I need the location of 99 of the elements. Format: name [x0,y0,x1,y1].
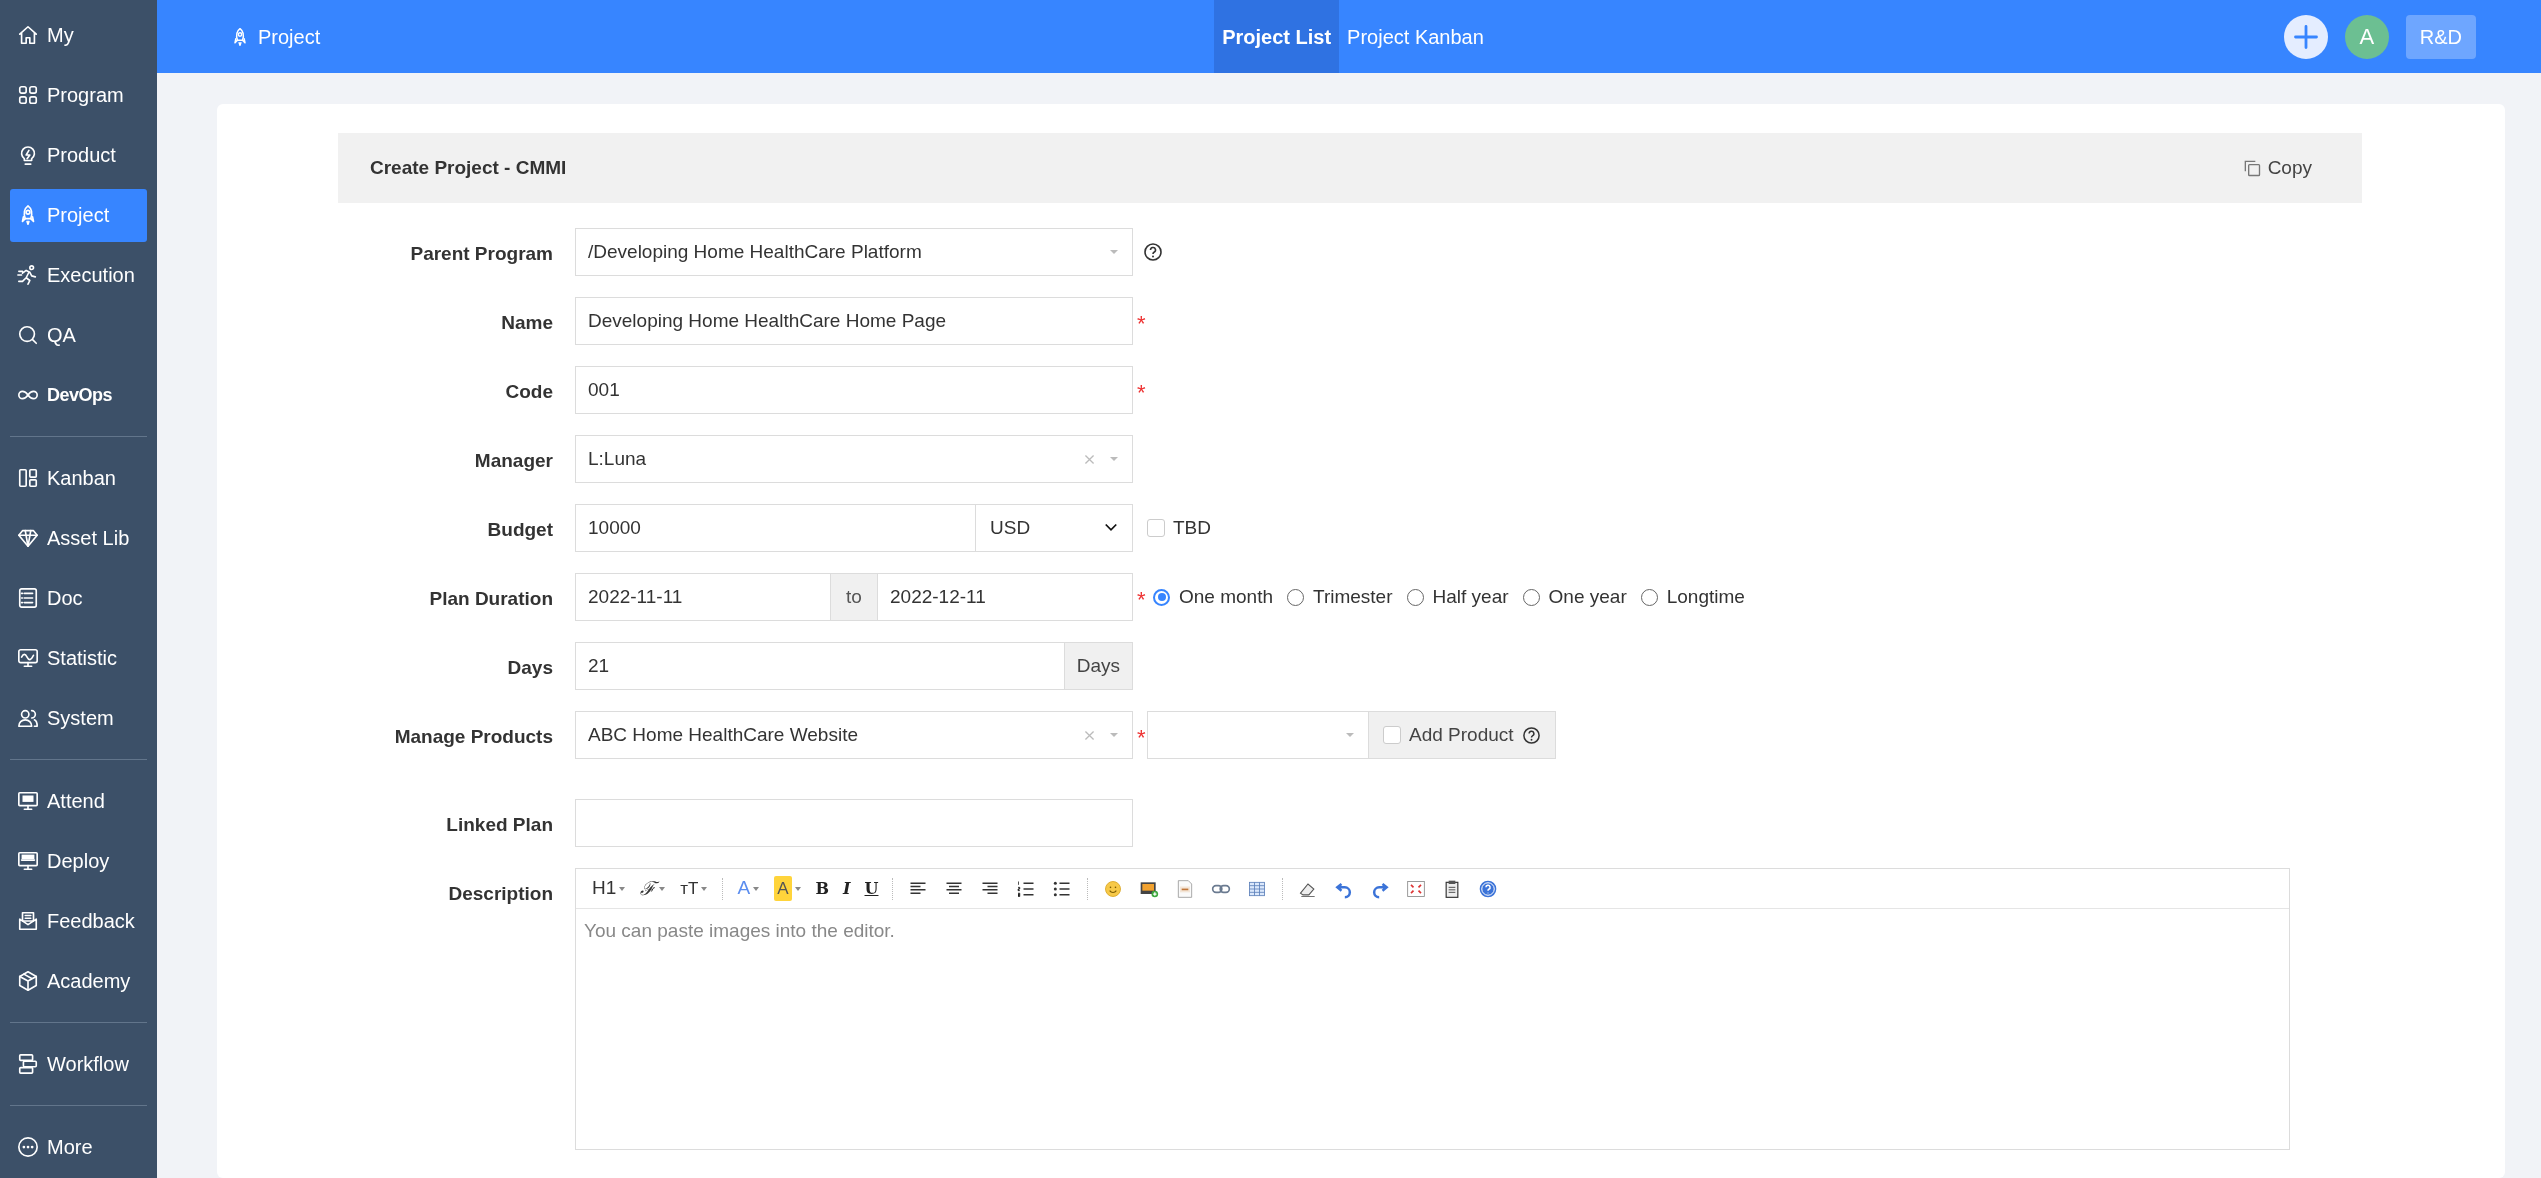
help-icon [1478,878,1499,899]
sidebar-item[interactable]: System [10,691,147,745]
search-icon [17,324,39,346]
toolbar-button[interactable]: U [858,873,885,904]
text-field[interactable]: 001 [575,366,1133,414]
users-icon [17,707,39,729]
nav-tab[interactable]: Project List [1214,0,1340,73]
feedback-icon [17,910,39,932]
diamond-icon [17,527,39,549]
sidebar-item[interactable]: Doc [10,571,147,625]
field-label: Description [447,882,554,906]
sidebar-item[interactable]: Deploy [10,834,147,888]
checkbox[interactable] [1383,726,1401,744]
caret-down-icon [1108,247,1120,257]
document-icon [17,587,39,609]
field-label: Budget [486,518,554,542]
sidebar-item[interactable]: Statistic [10,631,147,685]
checkbox-label: TBD [1173,515,1211,540]
checkbox-label: Add Product [1409,722,1514,747]
radio-label: Longtime [1666,584,1745,609]
caret-down-icon [1108,730,1120,740]
description-text-area[interactable]: You can paste images into the editor. [576,909,2289,1149]
rich-text-editor[interactable]: H1 ℱ ᴛT A A B I U You can paste images into the editor. [575,868,2290,1150]
checkbox[interactable] [1147,519,1165,537]
nav-tab[interactable]: Project Kanban [1339,0,1492,73]
text-field[interactable]: Developing Home HealthCare Home Page [575,297,1133,345]
sidebar-item[interactable]: Asset Lib [10,511,147,565]
smiley-icon [1103,878,1124,899]
sidebar-item[interactable]: QA [10,308,147,362]
panel-title: Create Project - CMMI [370,155,567,180]
radio-label: Trimester [1313,584,1393,609]
module-link[interactable]: Project [230,21,321,52]
cube-icon [17,970,39,992]
toolbar-button[interactable]: B [809,873,836,904]
caret-down-icon [1108,454,1120,464]
sidebar-item[interactable]: Kanban [10,451,147,505]
toolbar-button[interactable]: ℱ [634,873,673,904]
field-label: Parent Program [409,242,554,266]
caret-down-icon [700,884,709,893]
fullscreen-icon [1406,878,1427,899]
toolbar-button[interactable]: ᴛT [674,873,715,904]
sidebar-item[interactable]: More [10,1120,147,1174]
radio-button[interactable] [1153,588,1170,606]
toolbar-button[interactable]: I [837,873,857,904]
field-label: Manager [473,449,554,473]
sidebar-item[interactable]: Academy [10,954,147,1008]
days-field[interactable]: 21 [575,642,1065,690]
budget-field[interactable]: 10000 [575,504,975,552]
sidebar-item[interactable]: Product [10,128,147,182]
field-label: Name [500,311,554,335]
required-mark: * [1136,586,1147,611]
caret-down-icon [793,884,802,893]
unit-addon: Days [1064,642,1133,690]
required-mark: * [1136,310,1147,335]
radio-label: Half year [1432,584,1509,609]
field-label: Plan Duration [428,587,554,611]
radio-label: One month [1179,584,1273,609]
kanban-icon [17,467,39,489]
copy-button[interactable]: Copy [2241,153,2312,183]
select-field[interactable] [1147,711,1369,759]
sidebar-item[interactable]: Program [10,68,147,122]
toolbar-button[interactable]: A [768,873,808,904]
select-field[interactable]: ABC Home HealthCare Website [575,711,1133,759]
field-label: Code [504,380,554,404]
required-mark: * [1136,724,1147,749]
select-field[interactable]: /Developing Home HealthCare Platform [575,228,1133,276]
caret-down-icon [1344,730,1356,740]
plus-icon [2291,22,2320,51]
radio-label: One year [1548,584,1627,609]
sidebar-item[interactable]: Project [10,188,147,242]
monitor-chart-icon [17,647,39,669]
monitor-icon [17,790,39,812]
help-icon [1521,725,1541,745]
text-field[interactable] [575,799,1133,847]
grid-icon [17,84,39,106]
select-field[interactable]: L:Luna [575,435,1133,483]
required-mark: * [1136,379,1147,404]
caret-down-icon [658,884,667,893]
workflow-icon [17,1053,39,1075]
sidebar-item[interactable]: Workflow [10,1037,147,1091]
end-date-field[interactable]: 2022-12-11 [877,573,1133,621]
house-icon [17,24,39,46]
currency-select[interactable]: USD [975,504,1133,552]
range-separator: to [831,573,877,621]
caret-down-icon [752,884,761,893]
sidebar-item[interactable]: My [10,8,147,62]
toolbar-button[interactable]: H1 [586,873,633,904]
caret-down-icon [618,884,627,893]
field-label: Manage Products [393,725,554,749]
sidebar-item[interactable]: Execution [10,248,147,302]
sidebar-item[interactable]: Feedback [10,894,147,948]
sidebar-item[interactable]: Attend [10,774,147,828]
field-label: Linked Plan [445,813,554,837]
begin-date-field[interactable]: 2022-11-11 [575,573,831,621]
running-person-icon [17,264,39,286]
more-icon [17,1136,39,1158]
sidebar-item[interactable]: DevOps [10,368,147,422]
monitor-icon [17,850,39,872]
field-label: Days [506,656,554,680]
